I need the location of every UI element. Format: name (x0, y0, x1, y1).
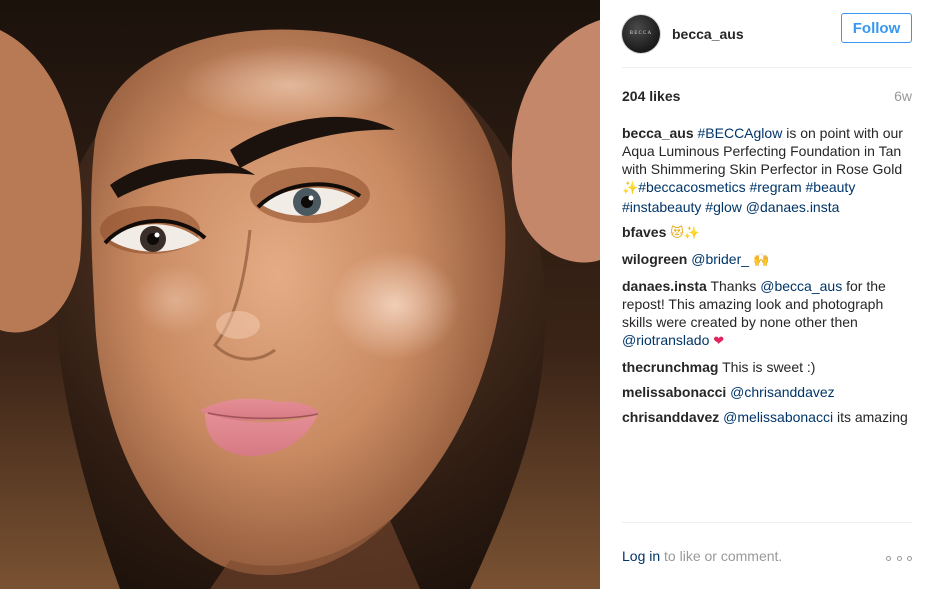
comment-user[interactable]: chrisanddavez (622, 409, 719, 425)
comment-user[interactable]: danaes.insta (622, 278, 707, 294)
portrait-image (0, 0, 600, 589)
avatar[interactable]: BECCA (622, 14, 660, 53)
comment-item: melissabonacci @chrisanddavez (622, 383, 914, 401)
sparkles-icon: ✨ (622, 181, 639, 196)
comment-text: This is sweet :) (718, 359, 816, 375)
comment-text: its amazing (833, 409, 908, 425)
login-prompt: Log in to like or comment. (622, 548, 782, 564)
red-heart-icon: ❤ (713, 334, 725, 349)
hashtag-link[interactable]: #beauty (806, 179, 856, 195)
more-options-icon[interactable] (886, 553, 912, 563)
post-time[interactable]: 6w (894, 88, 912, 104)
instagram-post: BECCA becca_aus Follow 204 likes 6w becc… (0, 0, 934, 589)
post-header: BECCA becca_aus Follow (622, 0, 912, 68)
comment-item: bfaves 😻✨ (622, 223, 914, 243)
post-stats: 204 likes 6w (622, 87, 912, 105)
post-sidebar: BECCA becca_aus Follow 204 likes 6w becc… (600, 0, 934, 589)
post-footer: Log in to like or comment. (622, 522, 912, 590)
comment-item: chrisanddavez @melissabonacci its amazin… (622, 408, 914, 426)
mention-link[interactable]: @becca_aus (760, 278, 842, 294)
hashtag-link[interactable]: #instabeauty (622, 199, 701, 215)
comments-list: becca_aus #BECCAglow is on point with ou… (622, 124, 914, 433)
avatar-logo-text: BECCA (629, 31, 653, 36)
mention-link[interactable]: @riotranslado (622, 332, 709, 348)
mention-link[interactable]: @danaes.insta (746, 199, 840, 215)
caption: becca_aus #BECCAglow is on point with ou… (622, 124, 914, 216)
follow-button[interactable]: Follow (841, 13, 912, 43)
mention-link[interactable]: @chrisanddavez (730, 384, 835, 400)
comment-item: danaes.insta Thanks @becca_aus for the r… (622, 277, 914, 351)
login-suffix: to like or comment. (660, 548, 783, 564)
likes-count[interactable]: 204 likes (622, 88, 680, 104)
comment-text: Thanks (706, 278, 761, 294)
comment-user[interactable]: wilogreen (622, 251, 687, 267)
post-photo[interactable] (0, 0, 600, 589)
mention-link[interactable]: @melissabonacci (723, 409, 833, 425)
raised-hands-icon: 🙌 (752, 253, 770, 268)
heart-eyes-cat-icon: 😻 (670, 226, 684, 241)
sparkles-icon: ✨ (683, 226, 700, 241)
comment-user[interactable]: melissabonacci (622, 384, 726, 400)
caption-user[interactable]: becca_aus (622, 125, 694, 141)
mention-link[interactable]: @brider_ (691, 251, 749, 267)
login-link[interactable]: Log in (622, 548, 660, 564)
hashtag-link[interactable]: #beccacosmetics (638, 179, 745, 195)
author-username[interactable]: becca_aus (672, 26, 744, 42)
hashtag-link[interactable]: #regram (749, 179, 801, 195)
hashtag-link[interactable]: #glow (705, 199, 742, 215)
comment-user[interactable]: bfaves (622, 224, 666, 240)
comment-user[interactable]: thecrunchmag (622, 359, 718, 375)
comment-item: wilogreen @brider_ 🙌 (622, 250, 914, 270)
hashtag-link[interactable]: #BECCAglow (698, 125, 783, 141)
comment-item: thecrunchmag This is sweet :) (622, 358, 914, 376)
